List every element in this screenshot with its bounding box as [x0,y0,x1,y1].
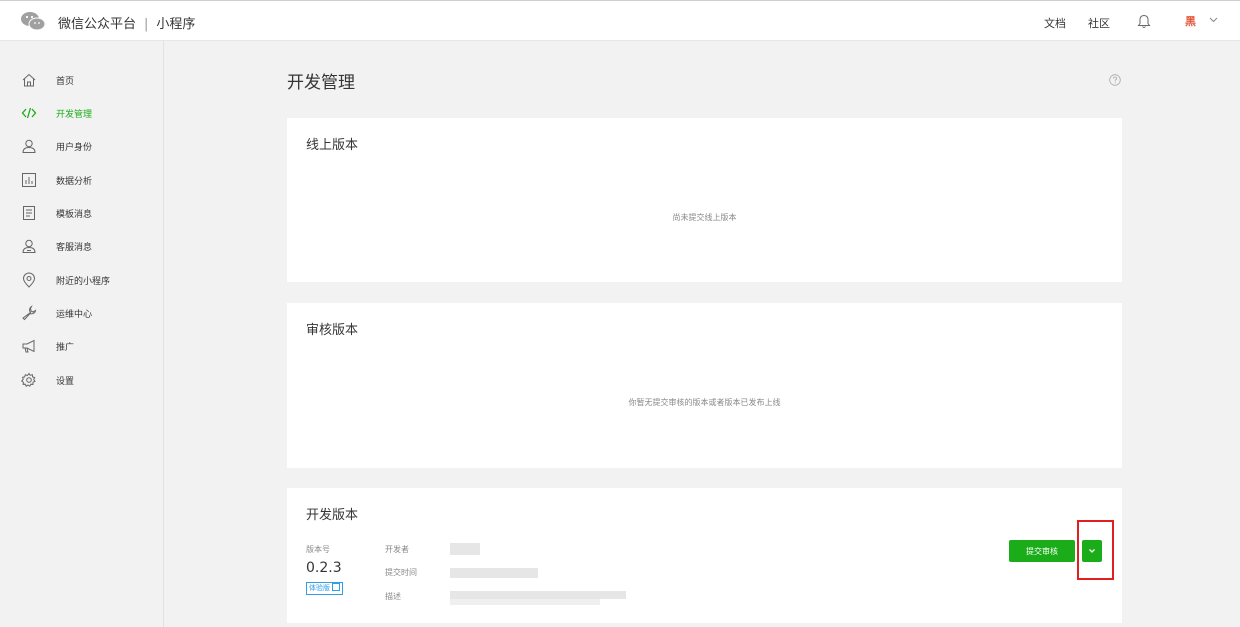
user-icon [22,139,36,153]
bell-icon[interactable] [1137,14,1151,29]
sidebar-item-home[interactable]: 首页 [0,66,163,96]
sidebar-item-settings[interactable]: 设置 [0,366,163,396]
sidebar: 首页 开发管理 用户身份 数据分析 模板消息 客服消息 附近的小程序 运维中心 … [0,41,164,627]
megaphone-icon [22,339,35,353]
wechat-logo-icon [21,12,46,31]
sidebar-item-nearby[interactable]: 附近的小程序 [0,266,163,296]
home-icon [22,73,36,87]
community-link[interactable]: 社区 [1088,15,1110,31]
qr-code-icon [332,583,341,591]
sidebar-item-label: 附近的小程序 [56,277,111,287]
sidebar-item-label: 首页 [56,77,75,87]
page-title: 开发管理 [287,73,355,93]
sidebar-item-label: 设置 [56,377,75,387]
dev-version-card: 开发版本 版本号 0.2.3 体验版 开发者 提交时间 描述 提交审核 [287,488,1122,623]
highlight-annotation-box [1077,520,1114,580]
online-version-title: 线上版本 [306,138,359,153]
gear-icon [21,372,36,387]
sidebar-item-template-message[interactable]: 模板消息 [0,199,163,229]
chevron-down-icon[interactable] [1209,16,1218,24]
sidebar-item-label: 数据分析 [56,177,93,187]
wrench-icon [22,305,37,321]
sidebar-item-user-identity[interactable]: 用户身份 [0,132,163,162]
version-number: 0.2.3 [306,560,342,576]
review-version-card: 审核版本 你暂无提交审核的版本或者版本已发布上线 [287,303,1122,468]
dev-version-title: 开发版本 [306,508,359,523]
online-version-card: 线上版本 尚未提交线上版本 [287,118,1122,282]
code-icon [21,107,37,119]
help-icon[interactable] [1109,74,1121,86]
location-icon [22,272,36,288]
sidebar-item-customer-service[interactable]: 客服消息 [0,232,163,262]
platform-name: 微信公众平台 [58,17,137,32]
submit-time-value-blurred [450,568,538,578]
online-version-empty-text: 尚未提交线上版本 [672,213,737,222]
sidebar-item-dev-manage[interactable]: 开发管理 [0,99,163,129]
developer-label: 开发者 [385,545,409,554]
docs-link[interactable]: 文档 [1044,15,1066,31]
sidebar-item-label: 用户身份 [56,143,93,153]
sidebar-item-data-analysis[interactable]: 数据分析 [0,166,163,196]
chart-icon [22,173,36,187]
sidebar-item-promotion[interactable]: 推广 [0,332,163,362]
trial-version-badge[interactable]: 体验版 [306,582,344,595]
review-version-title: 审核版本 [306,323,359,338]
sidebar-item-label: 推广 [56,343,75,353]
version-number-label: 版本号 [306,545,330,554]
trial-version-badge-label: 体验版 [309,584,330,592]
document-icon [23,206,35,220]
description-label: 描述 [385,592,401,601]
brand-title[interactable]: 微信公众平台 | 小程序 [58,13,195,32]
sidebar-item-label: 开发管理 [56,110,93,120]
sidebar-item-ops-center[interactable]: 运维中心 [0,299,163,329]
top-bar: 微信公众平台 | 小程序 文档 社区 黑 [0,0,1240,41]
submit-time-label: 提交时间 [385,568,417,577]
brand-separator: | [144,17,149,32]
avatar[interactable]: 黑 [1185,15,1201,29]
support-icon [22,239,36,253]
sidebar-item-label: 客服消息 [56,243,93,253]
sidebar-item-label: 模板消息 [56,210,93,220]
description-value-blurred-2 [450,599,600,605]
product-name: 小程序 [156,17,196,32]
description-value-blurred [450,591,626,599]
developer-value-blurred [450,543,480,555]
sidebar-item-label: 运维中心 [56,310,93,320]
submit-review-button[interactable]: 提交审核 [1009,540,1075,562]
review-version-empty-text: 你暂无提交审核的版本或者版本已发布上线 [628,398,781,407]
